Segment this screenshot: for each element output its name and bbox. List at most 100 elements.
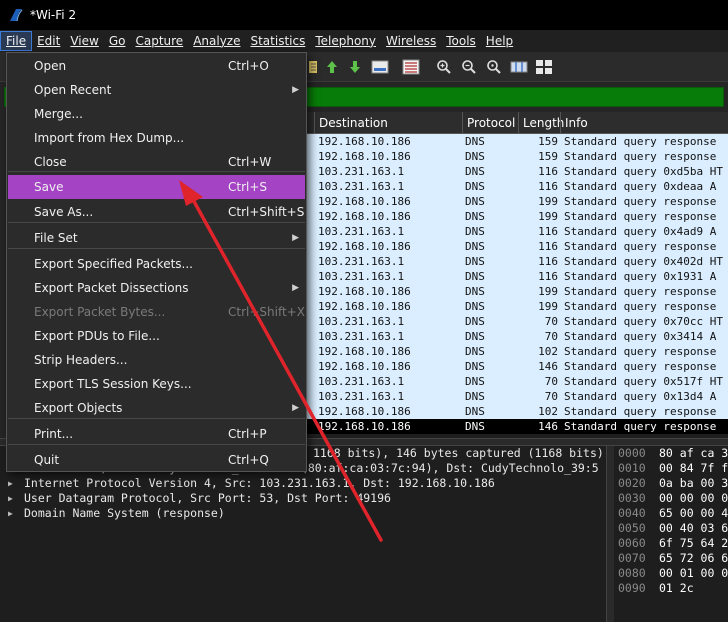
file-menu-item-export-specified-packets[interactable]: Export Specified Packets...: [8, 252, 305, 276]
column-header-length[interactable]: Length: [518, 112, 564, 134]
menu-bar: File Edit View Go Capture Analyze Statis…: [0, 30, 728, 52]
bytes-hex: 80 af ca 3: [659, 446, 728, 460]
menu-go[interactable]: Go: [104, 31, 131, 51]
packet-length: 102: [538, 345, 558, 358]
bytes-hex: 00 40 03 6: [659, 521, 728, 535]
detail-dns-row[interactable]: ▶ Domain Name System (response): [0, 506, 606, 521]
menu-edit[interactable]: Edit: [32, 31, 65, 51]
packet-protocol: DNS: [465, 180, 485, 193]
file-menu-item-print[interactable]: Print... Ctrl+P: [8, 422, 305, 446]
file-menu-item-import-from-hex-dump[interactable]: Import from Hex Dump...: [8, 126, 305, 150]
file-menu-item-open[interactable]: Open Ctrl+O: [8, 54, 305, 78]
packet-info: Standard query response: [564, 195, 717, 208]
menu-item-shortcut: Ctrl+Q: [228, 453, 269, 467]
jump-icon[interactable]: [304, 57, 324, 77]
expand-arrow-icon[interactable]: ▶: [8, 506, 13, 521]
packet-info: Standard query 0xdeaa A: [564, 180, 717, 193]
detail-udp-text: User Datagram Protocol, Src Port: 53, Ds…: [24, 491, 391, 505]
packet-info: Standard query response: [564, 135, 717, 148]
menu-analyze[interactable]: Analyze: [188, 31, 245, 51]
bytes-hex: 00 84 7f f: [659, 461, 728, 475]
packet-info: Standard query response: [564, 150, 717, 163]
file-menu-item-file-set[interactable]: File Set ▶: [8, 226, 305, 250]
file-menu-item-export-objects[interactable]: Export Objects ▶: [8, 396, 305, 420]
bytes-offset: 0000: [618, 446, 646, 460]
file-menu-item-save-as[interactable]: Save As... Ctrl+Shift+S: [8, 200, 305, 224]
packet-length: 199: [538, 300, 558, 313]
packet-destination: 103.231.163.1: [318, 180, 405, 193]
column-header-destination[interactable]: Destination: [314, 112, 462, 134]
packet-length: 199: [538, 195, 558, 208]
bytes-hex: 00 01 00 0: [659, 566, 728, 580]
menu-tools[interactable]: Tools: [441, 31, 481, 51]
packet-destination: 192.168.10.186: [318, 150, 411, 163]
wireshark-logo-icon: [10, 9, 23, 22]
zoom-out-icon[interactable]: [459, 57, 479, 77]
menu-help[interactable]: Help: [481, 31, 518, 51]
bytes-hex: 6f 75 64 2: [659, 536, 728, 550]
file-menu-item-close[interactable]: Close Ctrl+W: [8, 150, 305, 174]
bytes-offset: 0090: [618, 581, 646, 595]
file-menu-item-export-tls-session-keys[interactable]: Export TLS Session Keys...: [8, 372, 305, 396]
menu-item-label: Save As...: [34, 205, 94, 219]
colorize-icon[interactable]: [401, 57, 421, 77]
packet-length: 146: [538, 420, 558, 433]
menu-item-label: Export Objects: [34, 401, 123, 415]
packet-length: 116: [538, 225, 558, 238]
packet-info: Standard query response: [564, 240, 717, 253]
file-menu-item-export-pdus-to-file[interactable]: Export PDUs to File...: [8, 324, 305, 348]
menu-item-label: Save: [34, 180, 64, 194]
submenu-arrow-icon: ▶: [292, 233, 299, 243]
bytes-offset: 0020: [618, 476, 646, 490]
menu-item-label: Strip Headers...: [34, 353, 128, 367]
file-menu-item-save[interactable]: Save Ctrl+S: [8, 175, 305, 199]
packet-protocol: DNS: [465, 330, 485, 343]
file-menu-item-strip-headers[interactable]: Strip Headers...: [8, 348, 305, 372]
file-menu-item-merge[interactable]: Merge...: [8, 102, 305, 126]
menu-capture[interactable]: Capture: [130, 31, 188, 51]
go-last-packet-icon[interactable]: [345, 57, 365, 77]
packet-length: 70: [544, 315, 558, 328]
file-menu-item-export-packet-dissections[interactable]: Export Packet Dissections ▶: [8, 276, 305, 300]
bytes-offset: 0040: [618, 506, 646, 520]
packet-info: Standard query response: [564, 285, 717, 298]
file-menu-item-quit[interactable]: Quit Ctrl+Q: [8, 448, 305, 472]
column-header-protocol[interactable]: Protocol: [462, 112, 518, 134]
expand-arrow-icon[interactable]: ▶: [8, 476, 13, 491]
bytes-offset: 0030: [618, 491, 646, 505]
autoscroll-icon[interactable]: [370, 57, 390, 77]
menu-item-label: Open: [34, 59, 67, 73]
packet-destination: 192.168.10.186: [318, 300, 411, 313]
zoom-in-icon[interactable]: [434, 57, 454, 77]
detail-ip-row[interactable]: ▶ Internet Protocol Version 4, Src: 103.…: [0, 476, 606, 491]
column-header-info[interactable]: Info: [560, 112, 728, 134]
bytes-offset: 0010: [618, 461, 646, 475]
packet-protocol: DNS: [465, 345, 485, 358]
menu-item-shortcut: Ctrl+Shift+S: [228, 205, 305, 219]
menu-wireless[interactable]: Wireless: [381, 31, 441, 51]
packet-length: 199: [538, 210, 558, 223]
menu-statistics[interactable]: Statistics: [245, 31, 310, 51]
window-title: *Wi-Fi 2: [30, 8, 77, 22]
bytes-hex: 00 00 00 0: [659, 491, 728, 505]
menu-item-shortcut: Ctrl+W: [228, 155, 272, 169]
menu-telephony[interactable]: Telephony: [310, 31, 381, 51]
bytes-splitter[interactable]: [606, 446, 614, 622]
resize-columns-icon[interactable]: [509, 57, 529, 77]
file-menu-item-open-recent[interactable]: Open Recent ▶: [8, 78, 305, 102]
file-menu-dropdown: Open Ctrl+O Open Recent ▶ Merge... Import fro…: [6, 52, 307, 472]
go-first-packet-icon[interactable]: [322, 57, 342, 77]
bytes-hex: 65 72 06 6: [659, 551, 728, 565]
packet-protocol: DNS: [465, 405, 485, 418]
expand-arrow-icon[interactable]: ▶: [8, 491, 13, 506]
packet-protocol: DNS: [465, 300, 485, 313]
packet-info: Standard query response: [564, 405, 717, 418]
menu-file[interactable]: File: [0, 31, 33, 51]
packet-destination: 103.231.163.1: [318, 315, 405, 328]
detail-udp-row[interactable]: ▶ User Datagram Protocol, Src Port: 53, …: [0, 491, 606, 506]
packet-info: Standard query 0x517f HT: [564, 375, 723, 388]
normal-size-icon[interactable]: [484, 57, 504, 77]
menu-view[interactable]: View: [65, 31, 103, 51]
layout-icon[interactable]: [534, 57, 554, 77]
bytes-hex: 0a ba 00 3: [659, 476, 728, 490]
